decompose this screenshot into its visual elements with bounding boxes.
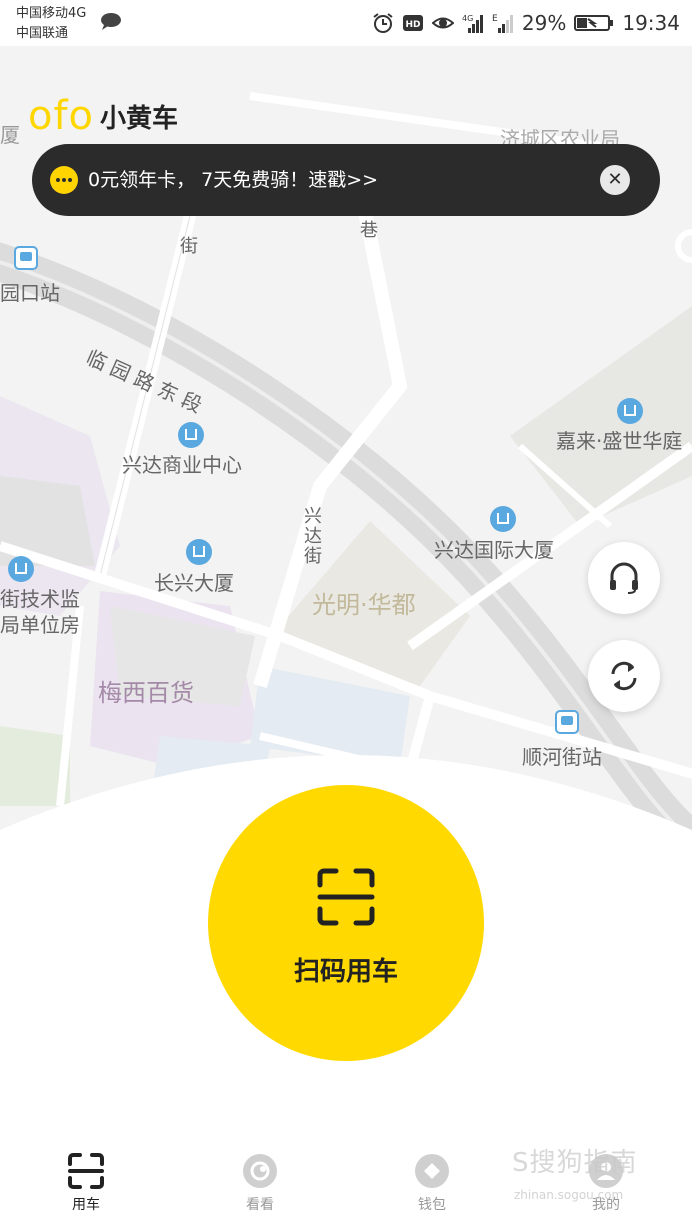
promo-text[interactable]: 0元领年卡， 7天免费骑！速戳>>: [88, 166, 378, 194]
bus-stop-icon: [14, 246, 38, 270]
map-label-road: 巷: [360, 220, 378, 241]
refresh-icon: [611, 661, 637, 691]
building-icon: [490, 506, 516, 532]
map-label-bus-stop: 园口站: [0, 281, 60, 305]
svg-text:4G: 4G: [462, 14, 473, 23]
customer-service-button[interactable]: [588, 542, 660, 614]
map-label-poi: 街技术监: [0, 587, 80, 611]
promo-banner[interactable]: 0元领年卡， 7天免费骑！速戳>> ✕: [32, 144, 660, 216]
refresh-button[interactable]: [588, 640, 660, 712]
wallet-icon: [415, 1154, 449, 1188]
carrier-secondary: 中国联通: [16, 26, 69, 41]
signal-e-icon: E: [492, 14, 513, 33]
svg-text:HD: HD: [405, 20, 420, 30]
map-label-road: 兴达街: [301, 506, 322, 566]
logo-mark: ofo: [28, 93, 95, 139]
close-icon[interactable]: ✕: [600, 165, 630, 195]
battery-icon: [574, 15, 614, 31]
watermark: S搜狗指南: [512, 1148, 638, 1178]
watermark-url: zhinan.sogou.com: [514, 1188, 624, 1202]
scan-label: 扫码用车: [293, 957, 398, 987]
status-bar: 中国移动4G 中国联通 HD 4G E 29% 19:34: [0, 0, 692, 46]
eye-circle-icon: [243, 1154, 277, 1188]
battery-percent: 29%: [521, 11, 567, 35]
clock: 19:34: [622, 11, 680, 35]
map-label-area: 光明·华都: [312, 591, 416, 619]
logo-text: 小黄车: [100, 103, 179, 134]
map-label-edge: 厦: [0, 123, 20, 147]
map-label-poi: 兴达商业中心: [122, 453, 242, 477]
tab-wallet[interactable]: 钱包: [382, 1152, 482, 1214]
scan-to-ride-button[interactable]: 扫码用车: [208, 785, 484, 1061]
tab-label: 看看: [246, 1197, 274, 1213]
map-label-area: 梅西百货: [98, 679, 194, 707]
tab-label: 钱包: [418, 1197, 446, 1213]
tab-discover[interactable]: 看看: [210, 1152, 310, 1214]
building-icon: [617, 398, 643, 424]
bus-stop-icon: [555, 710, 579, 734]
signal-4g-icon: 4G: [462, 14, 483, 33]
carrier-primary: 中国移动4G: [16, 6, 87, 21]
scan-icon: [68, 1153, 104, 1189]
tab-label: 用车: [72, 1197, 100, 1213]
map-label-poi: 长兴大厦: [154, 571, 234, 595]
map-label-poi: 局单位房: [0, 613, 80, 637]
map-label-poi: 嘉来·盛世华庭: [556, 429, 683, 453]
map-label-road: 街: [180, 236, 198, 257]
headset-icon: [610, 562, 638, 594]
hd-icon: HD: [402, 15, 423, 31]
building-icon: [186, 539, 212, 565]
svg-text:E: E: [492, 14, 498, 24]
chat-bubble-icon: [50, 166, 78, 194]
building-icon: [8, 556, 34, 582]
message-icon: [101, 13, 121, 30]
building-icon: [178, 422, 204, 448]
app-logo: ofo 小黄车: [28, 96, 178, 136]
tab-ride[interactable]: 用车: [36, 1152, 136, 1214]
map-label-bus-stop: 顺河街站: [522, 745, 602, 769]
map-label-poi: 兴达国际大厦: [434, 538, 554, 562]
eye-icon: [431, 17, 454, 29]
alarm-icon: [373, 13, 393, 33]
scan-icon: [317, 868, 375, 926]
